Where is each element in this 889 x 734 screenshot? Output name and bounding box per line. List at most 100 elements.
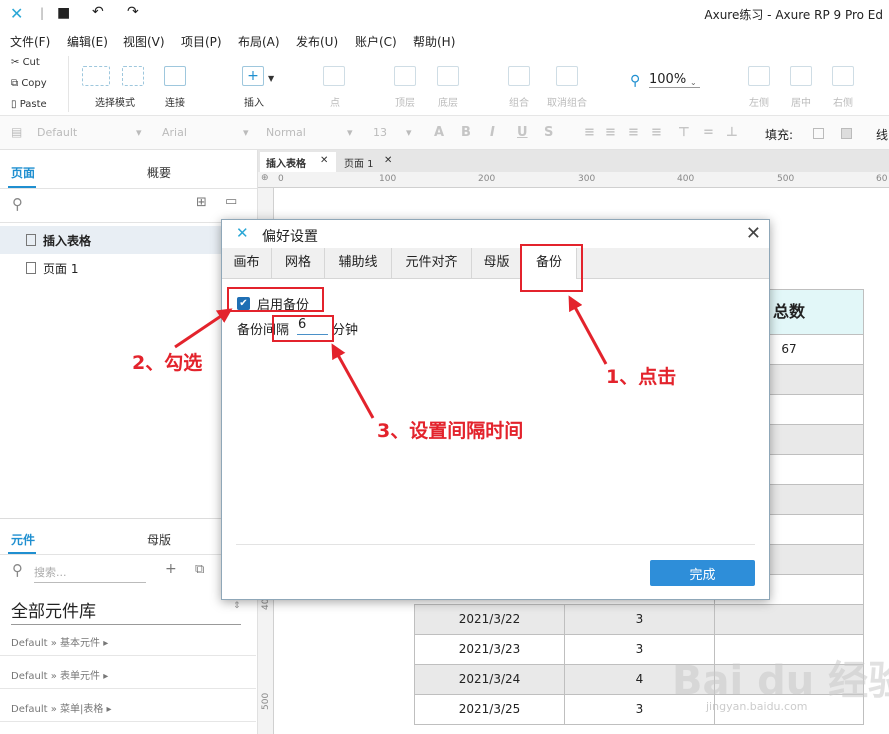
menu-publish[interactable]: 发布(U): [296, 33, 338, 50]
doc-tab-page1[interactable]: 页面 1 ✕: [338, 152, 398, 172]
search-icon[interactable]: ⚲: [12, 195, 23, 213]
zoom-chevron-down-icon[interactable]: ⌄: [690, 78, 697, 87]
tab-widgets[interactable]: 元件: [11, 531, 35, 548]
menu-view[interactable]: 视图(V): [123, 33, 165, 50]
add-page-icon[interactable]: ⊞: [196, 195, 207, 210]
cut-button[interactable]: ✂ Cut: [11, 57, 40, 68]
menu-file[interactable]: 文件(F): [10, 33, 50, 50]
toolbar-divider: [68, 56, 69, 112]
menu-account[interactable]: 账户(C): [355, 33, 397, 50]
send-to-bottom-icon[interactable]: [437, 66, 459, 86]
connect-icon[interactable]: [164, 66, 186, 86]
page-item-insert-table[interactable]: 插入表格: [0, 226, 258, 254]
main-toolbar: ✂ Cut ⧉ Copy ▯ Paste 选择模式 连接 + ▼ 插入 点 顶层…: [0, 52, 889, 116]
tab-canvas[interactable]: 画布: [222, 248, 272, 279]
horizontal-ruler: ⊕ 0 100 200 300 400 500 60: [258, 172, 889, 188]
select-mode-icon[interactable]: [82, 66, 110, 86]
insert-label: 插入: [244, 98, 264, 109]
ruler-tick: 300: [578, 174, 596, 184]
tab-pages[interactable]: 页面: [11, 164, 35, 181]
widget-search-input[interactable]: 搜索...: [34, 564, 146, 583]
annotation-step1: 1、点击: [606, 366, 677, 388]
highlight-backup-tab: [520, 244, 583, 292]
redo-icon[interactable]: ↷: [127, 4, 139, 20]
fill-gradient-swatch[interactable]: [841, 128, 852, 139]
align-center-icon[interactable]: [790, 66, 812, 86]
copy-button[interactable]: ⧉ Copy: [11, 78, 47, 89]
title-separator: |: [40, 6, 45, 20]
group-icon[interactable]: [508, 66, 530, 86]
baidu-watermark: Bai du 经验: [672, 658, 889, 704]
insert-icon[interactable]: +: [242, 66, 264, 86]
baidu-watermark-url: jingyan.baidu.com: [706, 700, 808, 713]
library-menu-icon[interactable]: ⧉: [195, 562, 204, 577]
library-select[interactable]: 全部元件库: [11, 597, 241, 625]
style-select[interactable]: Default: [37, 126, 77, 139]
ungroup-icon[interactable]: [556, 66, 578, 86]
menu-bar: 文件(F) 编辑(E) 视图(V) 项目(P) 布局(A) 发布(U) 账户(C…: [0, 30, 889, 52]
preferences-dialog: ✕ 偏好设置 ✕ 画布 网格 辅助线 元件对齐 母版 备份 ✔ 启用备份 备份间…: [221, 219, 770, 600]
font-chevron-down-icon[interactable]: ▾: [243, 126, 249, 139]
align-text-left-icon[interactable]: ≡: [584, 125, 595, 140]
valign-bottom-icon[interactable]: ⊥: [726, 125, 738, 140]
fill-label: 填充:: [765, 128, 794, 142]
insert-dropdown-icon[interactable]: ▼: [268, 74, 274, 83]
tab-widget-snap[interactable]: 元件对齐: [392, 248, 472, 279]
point-icon[interactable]: [323, 66, 345, 86]
bring-to-top-icon[interactable]: [394, 66, 416, 86]
font-weight-select[interactable]: Normal: [266, 126, 306, 139]
pages-panel: 页面 概要 ⚲ ⊞ ▭ 插入表格 页面 1: [0, 150, 258, 518]
library-group-basic[interactable]: Default » 基本元件 ▸: [0, 623, 256, 656]
add-folder-icon[interactable]: ▭: [225, 194, 237, 209]
menu-help[interactable]: 帮助(H): [413, 33, 455, 50]
close-icon[interactable]: ✕: [746, 223, 761, 244]
strikethrough-icon[interactable]: S: [544, 125, 553, 140]
close-icon[interactable]: ✕: [320, 155, 328, 166]
fill-color-swatch[interactable]: [813, 128, 824, 139]
tab-grid[interactable]: 网格: [272, 248, 325, 279]
doc-tab-insert-table[interactable]: 插入表格 ✕: [260, 152, 336, 172]
library-stepper-icon[interactable]: ⇕: [233, 601, 241, 611]
valign-middle-icon[interactable]: =: [703, 125, 714, 140]
add-library-icon[interactable]: +: [165, 561, 177, 577]
save-icon[interactable]: ■: [57, 5, 70, 21]
group-label: 组合: [509, 98, 529, 109]
font-color-icon[interactable]: A: [434, 125, 444, 140]
table-cell: [714, 604, 864, 635]
page-label: 页面 1: [43, 262, 79, 276]
font-select[interactable]: Arial: [162, 126, 187, 139]
done-button[interactable]: 完成: [650, 560, 755, 586]
align-text-center-icon[interactable]: ≡: [605, 125, 616, 140]
underline-icon[interactable]: U: [517, 125, 528, 140]
size-chevron-down-icon[interactable]: ▾: [406, 126, 412, 139]
tab-masters[interactable]: 母版: [472, 248, 522, 279]
page-item-page1[interactable]: 页面 1: [0, 254, 258, 282]
library-group-menu-table[interactable]: Default » 菜单|表格 ▸: [0, 689, 256, 722]
tab-guides[interactable]: 辅助线: [325, 248, 392, 279]
ruler-tick: 400: [677, 174, 695, 184]
bold-icon[interactable]: B: [461, 125, 471, 140]
align-right-icon[interactable]: [832, 66, 854, 86]
style-chevron-down-icon[interactable]: ▾: [136, 126, 142, 139]
justify-icon[interactable]: ≡: [651, 125, 662, 140]
menu-layout[interactable]: 布局(A): [238, 33, 280, 50]
widgets-panel: 元件 母版 ⚲ 搜索... + ⧉ 全部元件库 ⇕ Default » 基本元件…: [0, 518, 258, 734]
align-left-icon[interactable]: [748, 66, 770, 86]
library-group-form[interactable]: Default » 表单元件 ▸: [0, 656, 256, 689]
menu-project[interactable]: 项目(P): [181, 33, 222, 50]
align-text-right-icon[interactable]: ≡: [628, 125, 639, 140]
font-size-select[interactable]: 13: [373, 126, 387, 139]
undo-icon[interactable]: ↶: [92, 4, 104, 20]
connect-label: 连接: [165, 98, 185, 109]
document-tabs: 插入表格 ✕ 页面 1 ✕: [258, 150, 889, 172]
valign-top-icon[interactable]: ⊤: [678, 125, 690, 140]
tab-outline[interactable]: 概要: [147, 164, 171, 181]
weight-chevron-down-icon[interactable]: ▾: [347, 126, 353, 139]
menu-edit[interactable]: 编辑(E): [67, 33, 108, 50]
tab-masters[interactable]: 母版: [147, 531, 171, 548]
italic-icon[interactable]: I: [490, 125, 495, 140]
close-icon[interactable]: ✕: [384, 155, 392, 166]
style-paint-icon[interactable]: ▤: [11, 125, 22, 139]
paste-button[interactable]: ▯ Paste: [11, 99, 47, 110]
select-contained-icon[interactable]: [122, 66, 144, 86]
